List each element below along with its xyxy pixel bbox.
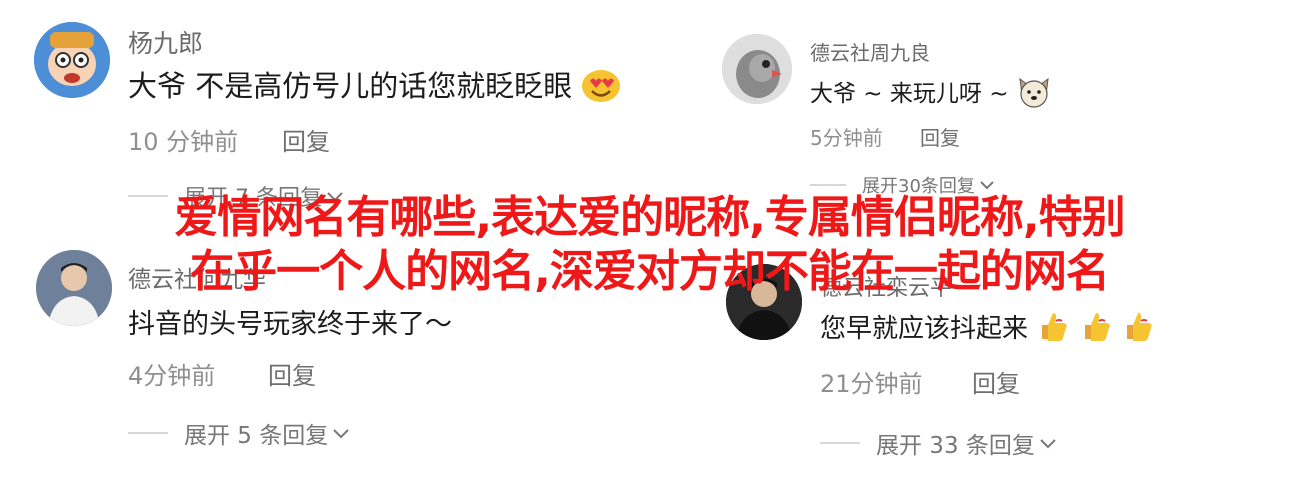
pigeon-avatar-icon	[722, 34, 792, 104]
chevron-down-icon	[332, 420, 350, 446]
comment-text: 大爷 ~ 来玩儿呀 ~	[810, 74, 1052, 115]
expand-replies-button[interactable]: 展开 33 条回复	[820, 426, 1057, 460]
comment-time: 21分钟前	[820, 370, 923, 398]
thumbs-up-emoji-icon	[1036, 309, 1070, 350]
expand-replies-label: 展开 5 条回复	[184, 423, 329, 449]
divider-line	[128, 432, 168, 434]
overlay-title-line2: 在乎一个人的网名,深爱对方却不能在一起的网名	[190, 246, 1110, 297]
reply-button[interactable]: 回复	[268, 356, 316, 391]
heart-eyes-emoji-icon	[581, 67, 621, 110]
comment-time: 4分钟前	[128, 362, 216, 390]
comment-text: 您早就应该抖起来	[820, 308, 1155, 350]
chevron-down-icon	[1039, 430, 1057, 456]
comment-time: 10 分钟前	[128, 128, 239, 156]
comment-text-content: 抖音的头号玩家终于来了～	[128, 309, 452, 340]
divider-line	[820, 442, 860, 444]
expand-replies-button[interactable]: 展开 5 条回复	[128, 416, 350, 450]
comment-time: 5分钟前	[810, 126, 883, 150]
reply-button[interactable]: 回复	[972, 364, 1020, 399]
comment-text-content: 大爷 ~ 来玩儿呀 ~	[810, 81, 1009, 107]
comment-text: 大爷 不是高仿号儿的话您就眨眨眼	[128, 63, 621, 110]
divider-line	[810, 184, 846, 186]
expand-replies-label: 展开 33 条回复	[876, 433, 1035, 459]
cartoon-avatar-icon	[34, 22, 110, 98]
thumbs-up-emoji-icon	[1121, 309, 1155, 350]
avatar[interactable]	[722, 34, 792, 104]
username[interactable]: 杨九郎	[128, 24, 203, 60]
dog-face-emoji-icon	[1016, 75, 1052, 115]
reply-button[interactable]: 回复	[282, 122, 330, 157]
thumbs-up-emoji-icon	[1079, 309, 1113, 350]
comment-text-content: 大爷 不是高仿号儿的话您就眨眨眼	[128, 69, 573, 103]
reply-button[interactable]: 回复	[920, 122, 960, 151]
overlay-title-line1: 爱情网名有哪些,表达爱的昵称,专属情侣昵称,特别	[174, 192, 1125, 243]
username[interactable]: 德云社周九良	[810, 37, 930, 66]
comment-text: 抖音的头号玩家终于来了～	[128, 302, 452, 341]
comment-text-content: 您早就应该抖起来	[820, 314, 1029, 344]
avatar[interactable]	[34, 22, 110, 98]
